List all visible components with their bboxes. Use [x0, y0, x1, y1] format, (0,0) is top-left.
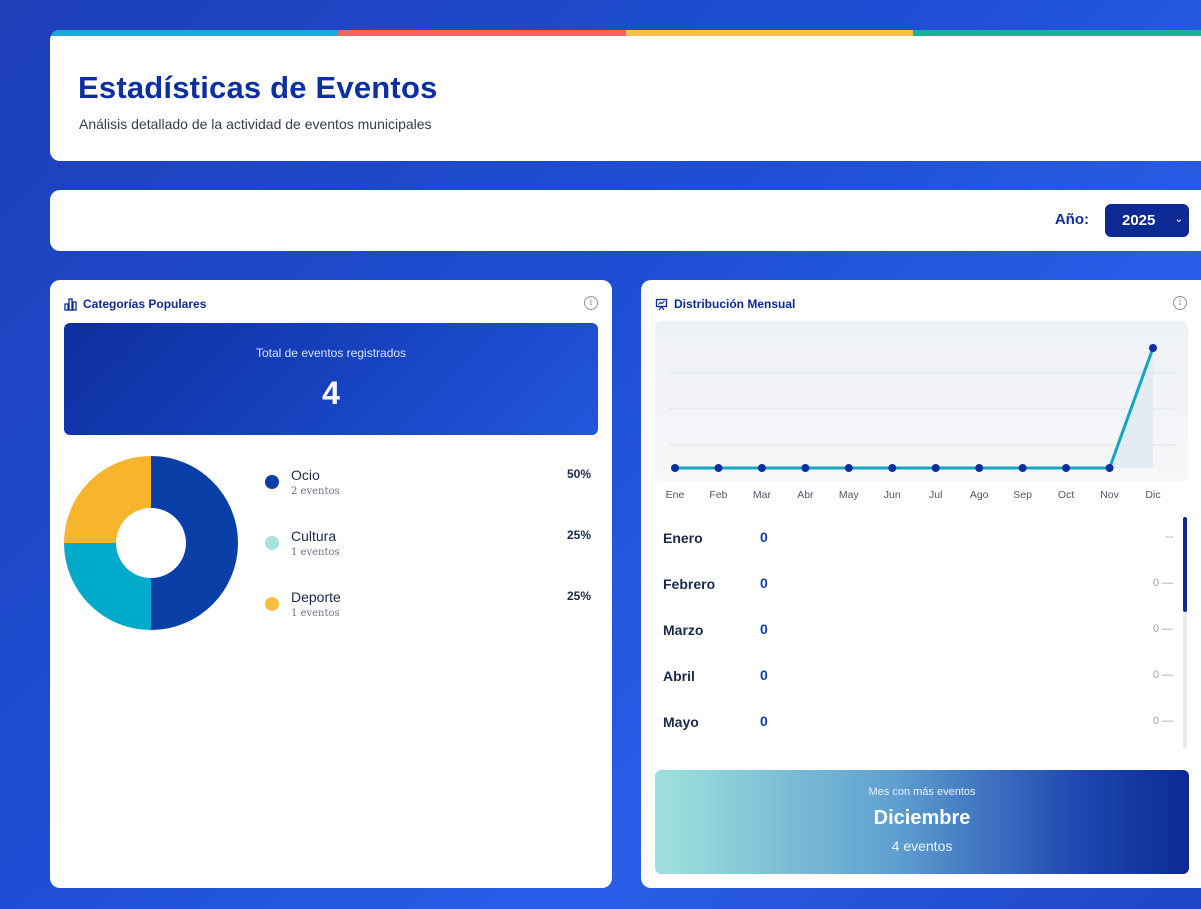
chart-point-nov [1105, 464, 1114, 472]
top-month-panel: Mes con más eventos Diciembre 4 eventos [655, 770, 1189, 874]
month-trend: 0 — [1152, 623, 1173, 635]
categories-card-title: Categorías Populares [83, 297, 207, 311]
scrollbar-thumb[interactable] [1183, 517, 1187, 612]
legend-count: 2 eventos [291, 486, 340, 497]
list-item: Abril 0 0 — [663, 655, 1173, 701]
legend-name: Cultura [291, 528, 337, 544]
filter-bar: Año: 2025 ⌄ [50, 190, 1201, 251]
donut-slice-cultura [64, 543, 151, 630]
chart-x-tick-label: May [839, 489, 860, 501]
month-name: Febrero [663, 576, 716, 592]
categories-card-header: Categorías Populares [64, 297, 206, 311]
chart-point-ene [671, 464, 679, 472]
chart-x-tick-label: Dic [1145, 489, 1160, 501]
chart-point-ago [975, 464, 984, 472]
year-select[interactable]: 2025 ⌄ [1105, 204, 1189, 237]
legend-count: 1 eventos [291, 608, 340, 619]
month-value: 0 [760, 529, 768, 545]
chart-x-tick-label: Feb [709, 489, 727, 501]
list-item: Febrero 0 0 — [663, 563, 1173, 609]
chart-x-tick-label: Mar [753, 489, 772, 501]
month-name: Abril [663, 668, 695, 684]
list-item: Marzo 0 0 — [663, 609, 1173, 655]
total-events-label: Total de eventos registrados [255, 346, 407, 360]
chart-point-jun [888, 464, 897, 472]
chart-point-oct [1062, 464, 1071, 472]
bar-chart-icon [64, 297, 77, 311]
monthly-card-title: Distribución Mensual [674, 297, 796, 311]
stripe-segment [913, 30, 1201, 36]
month-value: 0 [760, 667, 768, 683]
total-events-value: 4 [322, 375, 340, 411]
chart-point-may [844, 464, 853, 472]
chart-point-abr [801, 464, 810, 472]
list-item: Enero 0 -- [663, 517, 1173, 563]
stripe-segment [337, 30, 626, 36]
chart-x-tick-label: Ene [666, 489, 685, 501]
chart-point-sep [1018, 464, 1027, 472]
stripe-segment [50, 30, 338, 36]
page-subtitle: Análisis detallado de la actividad de ev… [79, 116, 432, 132]
chart-x-tick-label: Oct [1058, 489, 1074, 501]
legend-item-deporte: Deporte 1 eventos 25% [265, 589, 600, 629]
monthly-line-chart: Ene Feb Mar Abr May Jun Jul Ago Sep Oct Nov Dic [655, 321, 1188, 501]
legend-item-cultura: Cultura 1 eventos 25% [265, 528, 600, 568]
donut-slice-deporte [64, 456, 151, 543]
legend-percent: 25% [566, 589, 591, 603]
month-value: 0 [760, 621, 768, 637]
top-month-count: 4 eventos [891, 838, 953, 854]
chart-point-feb [714, 464, 723, 472]
page-title: Estadísticas de Eventos [78, 70, 438, 105]
legend-percent: 50% [566, 467, 591, 481]
chart-x-tick-label: Jul [929, 489, 942, 501]
month-trend: 0 — [1152, 577, 1173, 589]
month-name: Marzo [663, 622, 704, 638]
month-trend: -- [1165, 531, 1173, 543]
chart-x-tick-label: Nov [1100, 489, 1119, 501]
list-item: Mayo 0 0 — [663, 701, 1173, 747]
chart-series-line [675, 347, 1155, 470]
chart-x-tick-label: Ago [970, 489, 989, 501]
legend-name: Ocio [291, 467, 320, 483]
chart-point-jul [931, 464, 940, 472]
month-list-scrollbar[interactable] [1183, 517, 1187, 749]
month-list: Enero 0 -- Febrero 0 0 — Marzo 0 0 — Abr… [655, 517, 1188, 747]
legend-dot [265, 475, 279, 489]
monthly-card-header: Distribución Mensual [655, 297, 795, 311]
year-select-value: 2025 [1122, 212, 1156, 229]
chart-x-tick-label: Abr [797, 489, 814, 501]
month-trend: 0 — [1152, 669, 1173, 681]
legend-item-ocio: Ocio 2 eventos 50% [265, 467, 600, 507]
month-value: 0 [760, 713, 768, 729]
header-color-stripe [50, 30, 1201, 36]
top-month-name: Diciembre [873, 807, 971, 829]
stripe-segment [625, 30, 914, 36]
monthly-card: Distribución Mensual i Ene Feb Mar Abr May Ju… [641, 280, 1201, 888]
legend-name: Deporte [291, 589, 341, 605]
month-trend: 0 — [1152, 715, 1173, 727]
chevron-down-icon: ⌄ [1174, 214, 1183, 225]
top-month-label: Mes con más eventos [868, 786, 976, 798]
info-icon[interactable]: i [1173, 296, 1187, 310]
category-donut-chart [64, 456, 238, 630]
chart-x-tick-label: Sep [1013, 489, 1032, 501]
legend-dot [265, 597, 279, 611]
page-header: Estadísticas de Eventos Análisis detalla… [50, 30, 1201, 161]
legend-dot [265, 536, 279, 550]
categories-card: Categorías Populares i Total de eventos … [50, 280, 612, 888]
donut-slice-ocio [151, 456, 238, 630]
month-value: 0 [760, 575, 768, 591]
chart-x-tick-label: Jun [884, 489, 901, 501]
month-name: Mayo [663, 714, 699, 730]
legend-percent: 25% [566, 528, 591, 542]
total-events-panel: Total de eventos registrados 4 [64, 323, 598, 435]
chart-point-mar [757, 464, 766, 472]
year-label: Año: [1054, 211, 1089, 228]
presentation-chart-icon [655, 298, 668, 310]
info-icon[interactable]: i [584, 296, 598, 310]
month-name: Enero [663, 530, 703, 546]
legend-count: 1 eventos [291, 547, 340, 558]
monthly-line-chart-svg: Ene Feb Mar Abr May Jun Jul Ago Sep Oct Nov Dic [666, 344, 1175, 501]
chart-point-dic [1149, 344, 1157, 352]
